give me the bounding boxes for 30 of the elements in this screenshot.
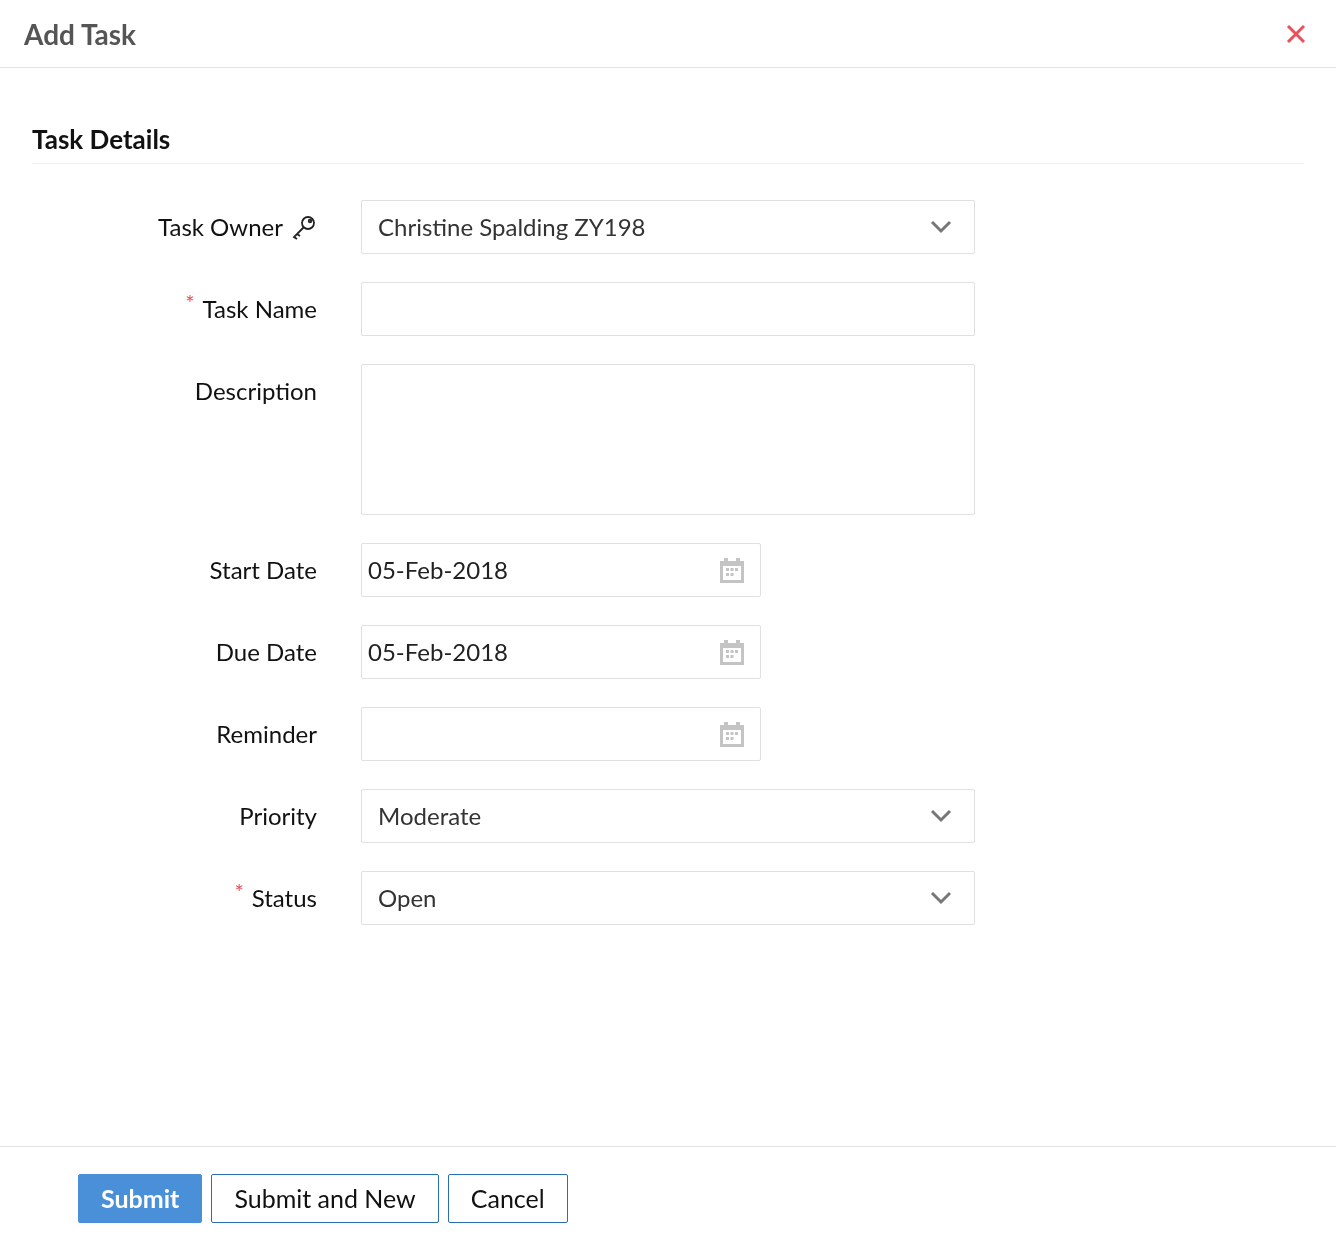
chevron-down-icon	[930, 220, 952, 234]
date-field[interactable]	[361, 707, 761, 761]
select-field[interactable]: Christine Spalding ZY198	[361, 200, 975, 254]
field-label: Description	[194, 375, 317, 407]
field-label: Priority	[239, 800, 317, 832]
select-field[interactable]: Moderate	[361, 789, 975, 843]
calendar-icon[interactable]	[718, 638, 746, 666]
field-label: Task Name	[202, 293, 317, 325]
required-asterisk: *	[185, 288, 195, 318]
calendar-icon[interactable]	[718, 720, 746, 748]
chevron-down-icon	[930, 809, 952, 823]
field-label: Due Date	[215, 636, 317, 668]
key-icon	[291, 214, 317, 240]
input-field[interactable]	[361, 282, 975, 336]
date-field[interactable]: 05-Feb-2018	[361, 543, 761, 597]
calendar-icon[interactable]	[718, 556, 746, 584]
close-icon[interactable]	[1286, 23, 1306, 44]
required-asterisk: *	[234, 877, 244, 907]
field-label: Task Owner	[158, 211, 283, 243]
field-label: Reminder	[216, 718, 317, 750]
chevron-down-icon	[930, 891, 952, 905]
section-title: Task Details	[32, 123, 171, 155]
date-field[interactable]: 05-Feb-2018	[361, 625, 761, 679]
action-button[interactable]: Submit and New	[211, 1174, 439, 1223]
dialog-title: Add Task	[24, 15, 137, 53]
select-field[interactable]: Open	[361, 871, 975, 925]
textarea-field[interactable]	[361, 364, 975, 515]
field-label: Start Date	[209, 554, 317, 586]
action-button[interactable]: Cancel	[447, 1174, 568, 1223]
field-label: Status	[251, 882, 317, 914]
